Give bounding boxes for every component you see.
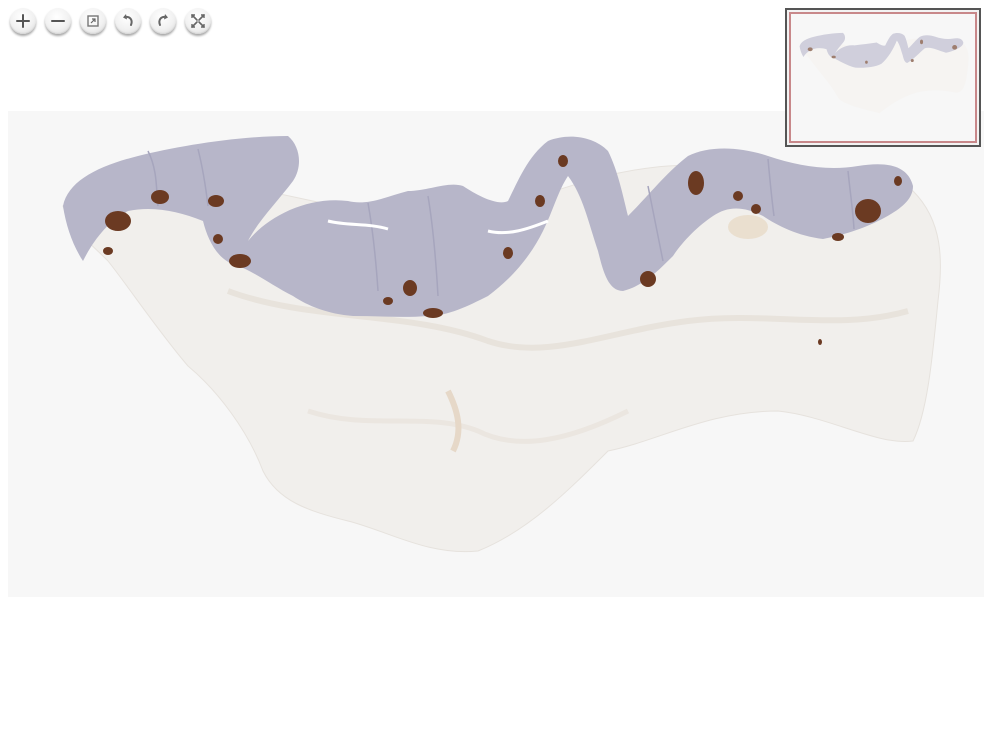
home-button[interactable] [80, 8, 106, 34]
minus-icon [51, 20, 65, 22]
rotate-right-button[interactable] [150, 8, 176, 34]
navigator-viewport-region[interactable] [789, 12, 977, 143]
zoom-in-button[interactable] [10, 8, 36, 34]
fullscreen-icon [191, 14, 205, 28]
rotate-left-icon [123, 14, 133, 26]
zoom-out-button[interactable] [45, 8, 71, 34]
tissue-image [8, 111, 984, 597]
plus-icon [16, 14, 30, 28]
viewer-toolbar [10, 8, 211, 34]
rotate-left-button[interactable] [115, 8, 141, 34]
rotate-right-icon [158, 14, 168, 26]
navigator-panel[interactable] [785, 8, 981, 147]
home-fit-icon [87, 15, 99, 27]
full-page-button[interactable] [185, 8, 211, 34]
slide-viewer[interactable] [8, 111, 984, 597]
